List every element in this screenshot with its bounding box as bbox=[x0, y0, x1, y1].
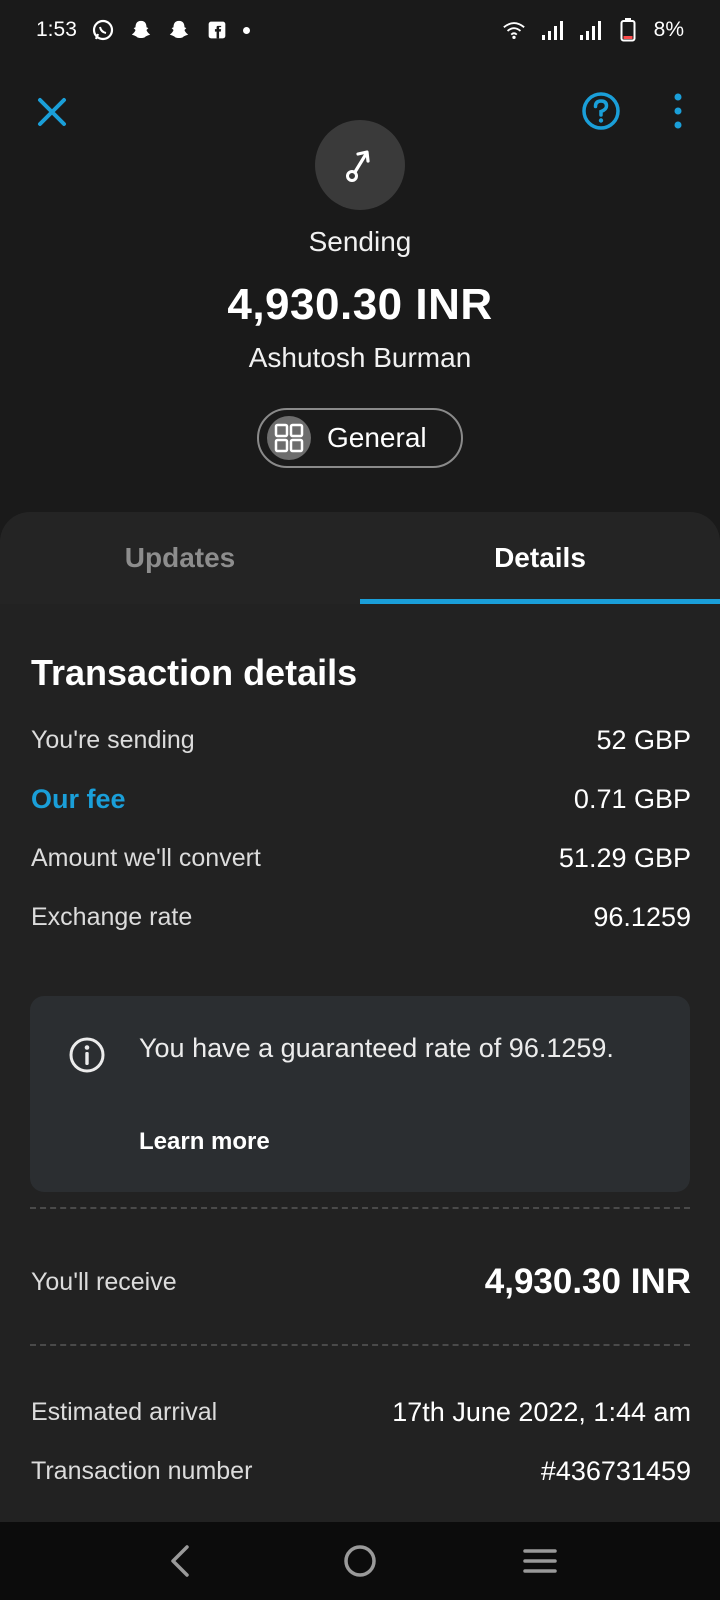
detail-row-exchange-rate: Exchange rate 96.1259 bbox=[31, 902, 691, 933]
help-icon bbox=[582, 92, 620, 130]
guaranteed-rate-notice: You have a guaranteed rate of 96.1259. L… bbox=[30, 996, 690, 1192]
tab-details[interactable]: Details bbox=[360, 512, 720, 604]
system-nav-bar bbox=[0, 1522, 720, 1600]
divider bbox=[30, 1207, 690, 1209]
send-arrow-icon bbox=[346, 150, 370, 182]
nav-home-button[interactable] bbox=[330, 1531, 390, 1591]
category-chip[interactable]: General bbox=[257, 408, 463, 468]
back-chevron-icon bbox=[171, 1545, 189, 1577]
transfer-status: Sending bbox=[308, 226, 412, 257]
detail-value: 0.71 GBP bbox=[573, 784, 691, 814]
grid-icon bbox=[267, 416, 311, 460]
detail-row-transaction-number: Transaction number #436731459 bbox=[31, 1456, 691, 1487]
status-left: 1:53 bbox=[36, 18, 250, 42]
whatsapp-icon bbox=[91, 18, 115, 42]
active-tab-indicator bbox=[360, 599, 720, 604]
detail-value: 51.29 GBP bbox=[558, 843, 691, 873]
detail-value: 96.1259 bbox=[593, 902, 691, 932]
more-vertical-icon bbox=[674, 93, 682, 129]
status-time: 1:53 bbox=[36, 18, 77, 41]
home-circle-icon bbox=[344, 1545, 376, 1577]
snapchat-icon bbox=[167, 18, 191, 42]
fee-link[interactable]: Our fee bbox=[31, 784, 126, 815]
transfer-details-screen: 1:53 8% Sending 4,930.30 INR Ashutosh Bu… bbox=[0, 0, 720, 1600]
more-options-button[interactable] bbox=[660, 90, 696, 132]
detail-label: Transaction number bbox=[31, 1457, 253, 1485]
detail-label: Exchange rate bbox=[31, 903, 193, 931]
detail-value: #436731459 bbox=[540, 1456, 691, 1486]
status-bar: 1:53 8% bbox=[0, 0, 720, 60]
receive-row: You'll receive 4,930.30 INR bbox=[31, 1262, 691, 1302]
section-title: Transaction details bbox=[31, 652, 358, 693]
status-right: 8% bbox=[502, 18, 684, 42]
detail-row-arrival: Estimated arrival 17th June 2022, 1:44 a… bbox=[31, 1397, 691, 1428]
learn-more-link[interactable]: Learn more bbox=[139, 1128, 270, 1156]
nav-recents-button[interactable] bbox=[510, 1531, 570, 1591]
detail-value: 17th June 2022, 1:44 am bbox=[392, 1397, 691, 1427]
snapchat-icon bbox=[129, 18, 153, 42]
signal-icon bbox=[578, 18, 602, 42]
close-icon bbox=[38, 98, 66, 126]
battery-percent: 8% bbox=[653, 18, 684, 41]
close-button[interactable] bbox=[32, 92, 72, 132]
notification-dot-icon bbox=[242, 26, 250, 34]
category-label: General bbox=[327, 422, 427, 453]
detail-label: You're sending bbox=[31, 726, 195, 754]
transfer-amount: 4,930.30 INR bbox=[227, 280, 493, 329]
receive-label: You'll receive bbox=[31, 1267, 177, 1296]
divider bbox=[30, 1344, 690, 1346]
info-text: You have a guaranteed rate of 96.1259. bbox=[139, 1033, 614, 1063]
tab-updates[interactable]: Updates bbox=[0, 512, 360, 604]
battery-icon bbox=[616, 18, 640, 42]
help-button[interactable] bbox=[580, 90, 622, 132]
info-icon bbox=[69, 1037, 105, 1073]
facebook-icon bbox=[205, 18, 229, 42]
detail-row-fee[interactable]: Our fee 0.71 GBP bbox=[31, 784, 691, 815]
detail-row-convert: Amount we'll convert 51.29 GBP bbox=[31, 843, 691, 874]
nav-back-button[interactable] bbox=[150, 1531, 210, 1591]
menu-lines-icon bbox=[523, 1549, 557, 1573]
detail-label: Amount we'll convert bbox=[31, 844, 261, 872]
wifi-icon bbox=[502, 18, 526, 42]
detail-label: Estimated arrival bbox=[31, 1398, 218, 1426]
signal-icon bbox=[540, 18, 564, 42]
tab-bar: Updates Details bbox=[0, 512, 720, 604]
transfer-avatar bbox=[315, 120, 405, 210]
receive-value: 4,930.30 INR bbox=[484, 1262, 691, 1301]
detail-row-sending: You're sending 52 GBP bbox=[31, 725, 691, 756]
details-panel: Updates Details Transaction details You'… bbox=[0, 512, 720, 1522]
recipient-name: Ashutosh Burman bbox=[248, 342, 472, 373]
detail-value: 52 GBP bbox=[596, 725, 691, 755]
